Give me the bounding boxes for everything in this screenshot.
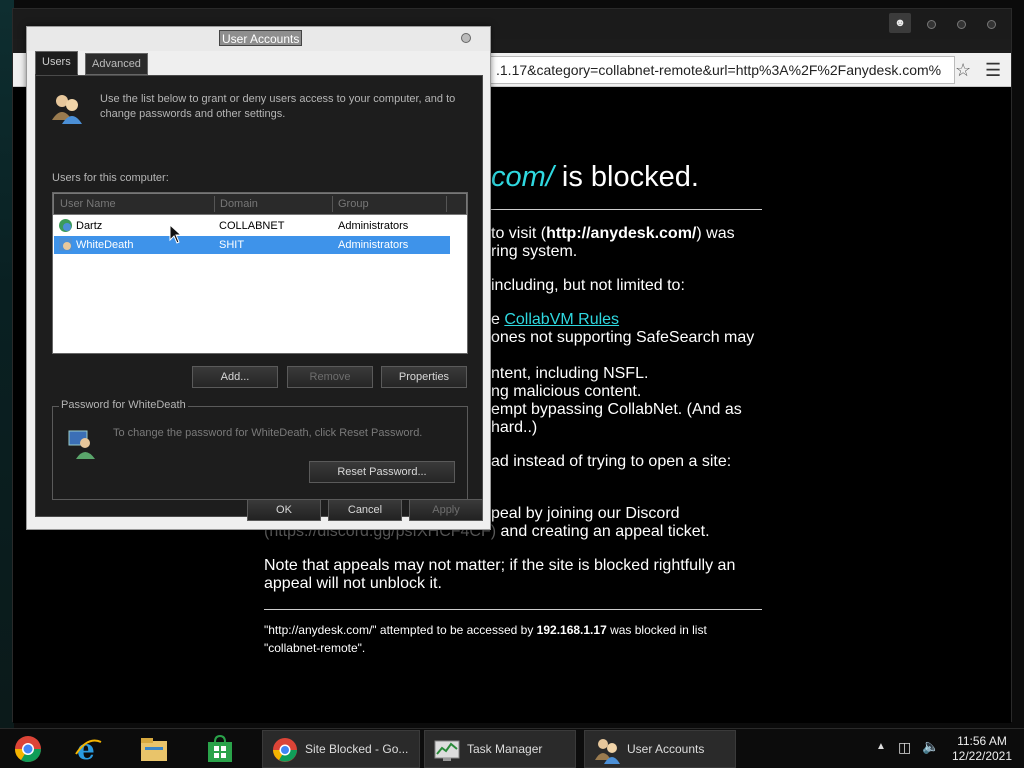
taskbar: e Site Blocked - Go... Task Manager User… [0, 728, 1024, 768]
remove-button[interactable]: Remove [287, 366, 373, 388]
maximize-button[interactable] [949, 15, 973, 33]
menu-icon[interactable]: ☰ [985, 61, 1001, 79]
page-line: peal by joining our Discord [491, 505, 680, 522]
ok-button[interactable]: OK [247, 499, 321, 521]
dialog-close-button[interactable] [461, 33, 471, 43]
users-list-label: Users for this computer: [52, 172, 169, 184]
column-domain[interactable]: Domain [220, 198, 258, 210]
task-task-manager[interactable]: Task Manager [424, 730, 576, 768]
task-label: User Accounts [627, 742, 705, 756]
volume-muted-icon[interactable]: 🔈 [922, 738, 939, 755]
ie-icon[interactable]: e [66, 732, 110, 766]
mouse-cursor-icon [169, 224, 183, 244]
user-accounts-dialog: User Accounts Users Advanced Use the lis… [26, 26, 491, 530]
close-button[interactable] [979, 15, 1003, 33]
clock-date: 12/22/2021 [951, 749, 1013, 763]
page-title: com/ is blocked. [491, 161, 699, 193]
bookmark-star-icon[interactable]: ☆ [955, 61, 971, 79]
collabvm-rules-link[interactable]: CollabVM Rules [504, 311, 619, 328]
address-bar[interactable]: .1.17&category=collabnet-remote&url=http… [489, 56, 955, 84]
task-site-blocked[interactable]: Site Blocked - Go... [262, 730, 420, 768]
task-label: Site Blocked - Go... [305, 742, 409, 756]
intro-text: Use the list below to grant or deny user… [100, 93, 456, 120]
cell-user-name: WhiteDeath [76, 239, 134, 251]
task-label: Task Manager [467, 742, 543, 756]
users-list[interactable]: User Name Domain Group Dartz COLLABNET A… [52, 192, 468, 354]
table-row[interactable]: Dartz COLLABNET Administrators [54, 217, 450, 235]
page-line: to visit (http://anydesk.com/) was [491, 225, 735, 242]
profile-icon[interactable]: ☻ [889, 13, 911, 33]
cancel-button[interactable]: Cancel [328, 499, 402, 521]
column-group[interactable]: Group [338, 198, 369, 210]
page-line: empt bypassing CollabNet. (And as [491, 401, 742, 418]
cell-user-name: Dartz [76, 220, 103, 232]
cell-group: Administrators [338, 220, 409, 232]
minimize-button[interactable] [919, 15, 943, 33]
column-separator [214, 196, 215, 212]
clock-time: 11:56 AM [957, 734, 1007, 748]
page-line: ones not supporting SafeSearch may [491, 329, 755, 346]
store-icon[interactable] [198, 732, 242, 766]
block-footer-list: "collabnet-remote". [264, 641, 366, 655]
dialog-titlebar[interactable]: User Accounts [27, 27, 490, 51]
page-line: including, but not limited to: [491, 277, 685, 294]
clock[interactable]: 11:56 AM 12/22/2021 [950, 734, 1014, 764]
cell-domain: COLLABNET [219, 220, 285, 232]
chrome-icon [273, 738, 297, 762]
cell-group: Administrators [338, 239, 409, 251]
users-tab-pane: Use the list below to grant or deny user… [35, 75, 483, 517]
password-group-label: Password for WhiteDeath [59, 399, 188, 411]
cell-domain: SHIT [219, 239, 245, 251]
reset-password-button[interactable]: Reset Password... [309, 461, 455, 483]
tab-users[interactable]: Users [35, 51, 78, 75]
users-icon [595, 739, 620, 764]
local-user-icon [59, 238, 72, 251]
chrome-icon[interactable] [6, 732, 50, 766]
table-row[interactable]: WhiteDeath SHIT Administrators [54, 236, 450, 254]
page-line: Note that appeals may not matter; if the… [264, 557, 736, 574]
divider [491, 209, 762, 210]
column-separator [446, 196, 447, 212]
dialog-title: User Accounts [219, 30, 303, 46]
properties-button[interactable]: Properties [381, 366, 467, 388]
user-password-icon [68, 430, 95, 459]
network-icon[interactable]: ◫ [898, 739, 911, 756]
password-instructions: To change the password for WhiteDeath, c… [113, 427, 423, 439]
block-footer: "http://anydesk.com/" attempted to be ac… [264, 623, 707, 637]
tab-advanced[interactable]: Advanced [85, 53, 148, 75]
task-user-accounts[interactable]: User Accounts [584, 730, 736, 768]
column-user-name[interactable]: User Name [60, 198, 116, 210]
apply-button[interactable]: Apply [409, 499, 483, 521]
column-separator [332, 196, 333, 212]
page-line: ring system. [491, 243, 578, 260]
page-line: appeal will not unblock it. [264, 575, 442, 592]
task-manager-icon [434, 740, 460, 761]
password-groupbox: Password for WhiteDeath To change the pa… [52, 399, 468, 500]
show-hidden-icons-icon[interactable]: ▲ [876, 741, 886, 752]
page-line: ng malicious content. [491, 383, 642, 400]
page-line: ntent, including NSFL. [491, 365, 649, 382]
add-button[interactable]: Add... [192, 366, 278, 388]
page-line: ad instead of trying to open a site: [491, 453, 732, 470]
page-line: hard..) [491, 419, 538, 436]
list-header: User Name Domain Group [53, 193, 467, 215]
users-icon [52, 95, 82, 124]
explorer-icon[interactable] [132, 732, 176, 766]
divider [264, 609, 762, 610]
page-line: e CollabVM Rules [491, 311, 620, 328]
domain-user-icon [59, 219, 72, 232]
